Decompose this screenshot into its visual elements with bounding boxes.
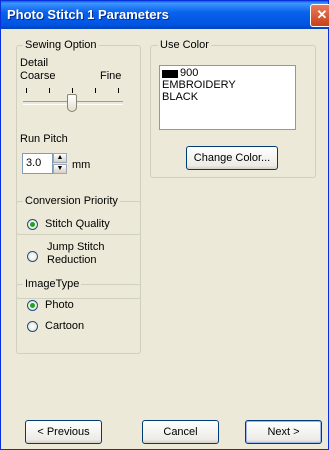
conversion-priority-legend: Conversion Priority xyxy=(23,195,120,207)
image-type-group: ImageType Photo Cartoon xyxy=(16,278,141,354)
radio-button[interactable] xyxy=(27,321,38,332)
detail-slider[interactable] xyxy=(23,88,128,114)
slider-tick xyxy=(95,88,96,93)
slider-thumb[interactable] xyxy=(67,94,77,112)
radio-button-selected[interactable] xyxy=(27,300,38,311)
coarse-label: Coarse xyxy=(20,70,56,82)
slider-tick xyxy=(118,88,119,93)
radio-cartoon[interactable]: Cartoon xyxy=(27,320,127,336)
slider-tick xyxy=(49,88,50,93)
radio-photo[interactable]: Photo xyxy=(27,299,127,315)
cartoon-label: Cartoon xyxy=(45,320,85,332)
color-swatch xyxy=(162,70,178,78)
radio-button[interactable] xyxy=(27,251,38,262)
color-listbox[interactable]: 900 EMBROIDERY BLACK xyxy=(159,65,296,130)
image-type-legend: ImageType xyxy=(23,278,82,290)
run-pitch-value: 3.0 xyxy=(26,157,42,169)
use-color-legend: Use Color xyxy=(158,39,211,51)
spin-up-button[interactable]: ▲ xyxy=(53,153,67,163)
spin-down-button[interactable]: ▼ xyxy=(53,164,67,174)
dialog-window: Photo Stitch 1 Parameters ✕ Sewing Optio… xyxy=(0,0,329,450)
close-icon[interactable]: ✕ xyxy=(310,4,329,27)
jump-stitch-label: Jump Stitch xyxy=(47,241,105,253)
previous-button[interactable]: < Previous xyxy=(25,420,102,444)
fine-label: Fine xyxy=(100,70,122,82)
next-button[interactable]: Next > xyxy=(245,420,322,444)
run-pitch-label: Run Pitch xyxy=(20,133,68,145)
title-bar[interactable]: Photo Stitch 1 Parameters ✕ xyxy=(1,1,329,29)
run-pitch-input[interactable]: 3.0 xyxy=(22,153,53,174)
detail-label: Detail xyxy=(20,57,49,69)
color-brand: EMBROIDERY xyxy=(162,79,236,91)
stitch-quality-label: Stitch Quality xyxy=(45,218,110,230)
dialog-body: Sewing Option Detail Coarse Fine Run Pit… xyxy=(5,31,324,444)
cancel-button[interactable]: Cancel xyxy=(142,420,219,444)
radio-jump-stitch-reduction[interactable]: Jump Stitch Reduction xyxy=(27,241,137,271)
slider-tick xyxy=(26,88,27,93)
reduction-label: Reduction xyxy=(47,254,97,266)
unit-label: mm xyxy=(72,159,91,171)
sewing-option-legend: Sewing Option xyxy=(23,39,99,51)
slider-tick xyxy=(72,88,73,93)
color-name: BLACK xyxy=(162,91,199,103)
change-color-button[interactable]: Change Color... xyxy=(186,146,278,170)
radio-button-selected[interactable] xyxy=(27,219,38,230)
window-title: Photo Stitch 1 Parameters xyxy=(7,7,169,22)
use-color-group: Use Color 900 EMBROIDERY BLACK Change Co… xyxy=(150,39,316,178)
color-code: 900 xyxy=(180,67,199,79)
radio-stitch-quality[interactable]: Stitch Quality xyxy=(27,218,137,234)
photo-label: Photo xyxy=(45,299,74,311)
